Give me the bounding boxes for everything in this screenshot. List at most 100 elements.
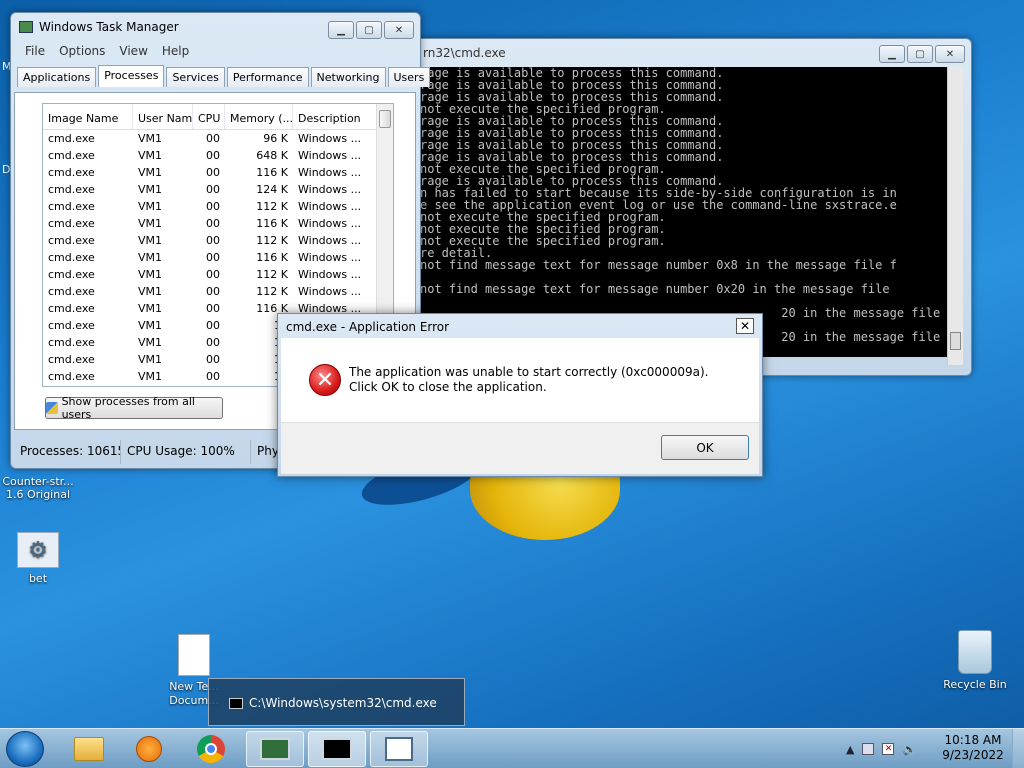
error-icon: ✕ (309, 364, 341, 396)
cmd-icon (322, 738, 352, 760)
console-scrollbar[interactable] (947, 67, 963, 365)
table-row[interactable]: cmd.exe VM1 00 112 K Windows ... (43, 266, 393, 283)
column-header[interactable]: Description (293, 104, 379, 129)
column-header[interactable]: Memory (... (225, 104, 293, 129)
table-cell: VM1 (138, 149, 163, 162)
table-cell: VM1 (138, 302, 163, 315)
menu-item-file[interactable]: File (25, 44, 45, 58)
table-cell: Windows ... (298, 217, 362, 230)
minimize-button[interactable]: ▁ (328, 21, 354, 39)
close-button[interactable]: ✕ (935, 45, 965, 63)
console-line: not execute the specified program. (420, 234, 666, 248)
system-tray: ▲ ✕ 🔈 (846, 741, 936, 757)
table-cell: cmd.exe (48, 370, 95, 383)
table-cell: 124 K (256, 183, 288, 196)
table-row[interactable]: cmd.exe VM1 00 112 K Windows ... (43, 232, 393, 249)
table-row[interactable]: cmd.exe VM1 00 116 K Windows ... (43, 215, 393, 232)
ok-button[interactable]: OK (661, 435, 749, 460)
taskbar: ▲ ✕ 🔈 10:18 AM 9/23/2022 (0, 728, 1024, 768)
table-cell: 112 K (256, 234, 288, 247)
table-cell: 112 K (256, 268, 288, 281)
table-cell: VM1 (138, 217, 163, 230)
table-row[interactable]: cmd.exe VM1 00 112 K Windows ... (43, 283, 393, 300)
taskbar-cmd[interactable] (308, 731, 366, 767)
tab-users[interactable]: Users (387, 67, 431, 87)
table-row[interactable]: cmd.exe VM1 00 96 K Windows ... (43, 130, 393, 147)
column-header[interactable]: CPU (193, 104, 225, 129)
desktop-icon-bet[interactable]: ⚙ bet (0, 532, 76, 585)
table-row[interactable]: cmd.exe VM1 00 116 K Windows ... (43, 249, 393, 266)
table-cell: 00 (206, 302, 220, 315)
taskbar-media-player[interactable] (120, 731, 178, 767)
table-cell: cmd.exe (48, 132, 95, 145)
table-cell: cmd.exe (48, 302, 95, 315)
table-cell: VM1 (138, 268, 163, 281)
show-hidden-icons-icon[interactable]: ▲ (846, 743, 854, 756)
desktop-icon-recycle-bin[interactable]: Recycle Bin (937, 630, 1013, 691)
table-cell: Windows ... (298, 149, 362, 162)
tab-networking[interactable]: Networking (310, 67, 386, 87)
table-cell: 00 (206, 200, 220, 213)
table-cell: 116 K (256, 251, 288, 264)
show-all-processes-button[interactable]: Show processes from all users (45, 395, 223, 421)
column-header[interactable]: Image Name (43, 104, 133, 129)
media-player-icon (136, 736, 162, 762)
table-cell: VM1 (138, 132, 163, 145)
scrollbar-thumb[interactable] (379, 110, 391, 128)
table-cell: 116 K (256, 217, 288, 230)
show-desktop-button[interactable] (1012, 729, 1024, 768)
table-cell: VM1 (138, 183, 163, 196)
dialog-body: ✕ The application was unable to start co… (281, 338, 759, 474)
maximize-button[interactable]: ▢ (907, 45, 933, 63)
action-center-flag-icon[interactable]: ✕ (882, 743, 895, 755)
maximize-button[interactable]: ▢ (356, 21, 382, 39)
table-cell: VM1 (138, 234, 163, 247)
table-cell: cmd.exe (48, 217, 95, 230)
network-icon[interactable] (862, 743, 875, 755)
desktop-icon-counter-strike[interactable]: Counter-str... 1.6 Original (0, 475, 78, 501)
settings-file-icon: ⚙ (17, 532, 59, 568)
table-cell: VM1 (138, 251, 163, 264)
clock[interactable]: 10:18 AM 9/23/2022 (942, 733, 1004, 763)
menu-item-view[interactable]: View (119, 44, 147, 58)
menu-item-options[interactable]: Options (59, 44, 105, 58)
table-row[interactable]: cmd.exe VM1 00 116 K Windows ... (43, 164, 393, 181)
close-button[interactable]: ✕ (384, 21, 414, 39)
menu-item-help[interactable]: Help (162, 44, 189, 58)
window-title: Windows Task Manager (39, 20, 179, 34)
table-cell: Windows ... (298, 285, 362, 298)
close-button[interactable]: ✕ (736, 318, 754, 334)
tab-processes[interactable]: Processes (98, 65, 165, 87)
table-cell: Windows ... (298, 200, 362, 213)
table-row[interactable]: cmd.exe VM1 00 124 K Windows ... (43, 181, 393, 198)
taskbar-window-app[interactable] (370, 731, 428, 767)
tab-applications[interactable]: Applications (17, 67, 97, 87)
recycle-bin-icon (958, 630, 992, 674)
minimize-button[interactable]: ▁ (879, 45, 905, 63)
task-manager-icon (260, 738, 290, 760)
table-cell: cmd.exe (48, 319, 95, 332)
table-cell: cmd.exe (48, 166, 95, 179)
table-cell: 00 (206, 166, 220, 179)
application-error-dialog[interactable]: cmd.exe - Application Error ✕ ✕ The appl… (277, 313, 763, 477)
shield-icon (46, 402, 58, 414)
tab-performance[interactable]: Performance (226, 67, 309, 87)
tab-services[interactable]: Services (166, 67, 225, 87)
taskbar-chrome[interactable] (182, 731, 240, 767)
volume-icon[interactable]: 🔈 (902, 743, 916, 756)
start-button[interactable] (6, 731, 44, 767)
scrollbar-thumb[interactable] (950, 332, 961, 350)
table-cell: 00 (206, 251, 220, 264)
table-cell: Windows ... (298, 132, 362, 145)
table-row[interactable]: cmd.exe VM1 00 648 K Windows ... (43, 147, 393, 164)
taskbar-thumbnail-tooltip[interactable]: C:\Windows\system32\cmd.exe (208, 678, 465, 726)
tooltip-title: C:\Windows\system32\cmd.exe (249, 696, 437, 710)
taskbar-task-manager[interactable] (246, 731, 304, 767)
column-header[interactable]: User Name (133, 104, 193, 129)
table-cell: cmd.exe (48, 149, 95, 162)
table-cell: Windows ... (298, 234, 362, 247)
taskbar-explorer[interactable] (60, 731, 118, 767)
console-line: not find message text for message number… (420, 282, 890, 296)
desktop-icon-label: bet (28, 572, 48, 585)
table-row[interactable]: cmd.exe VM1 00 112 K Windows ... (43, 198, 393, 215)
